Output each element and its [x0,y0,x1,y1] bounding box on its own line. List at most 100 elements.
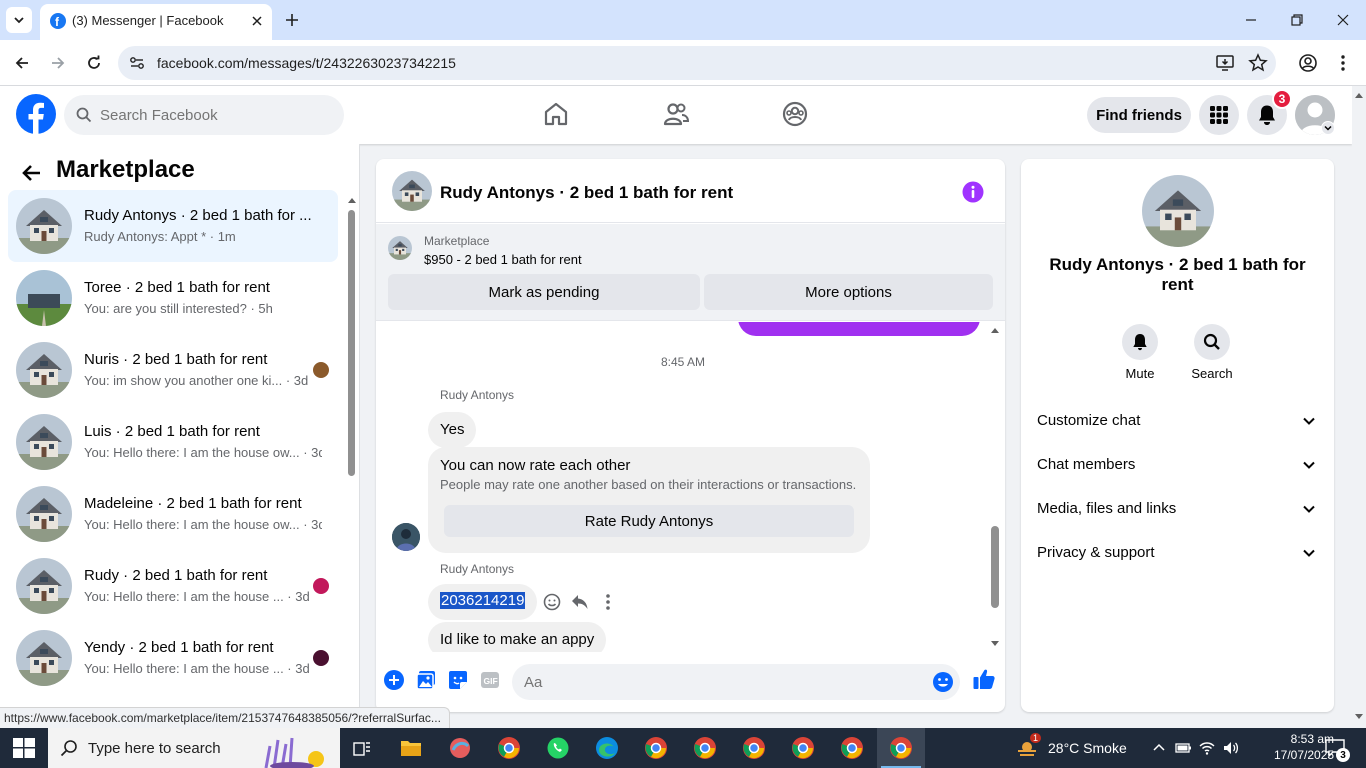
find-friends-button[interactable]: Find friends [1087,97,1191,133]
chrome-profile-icon[interactable] [840,736,864,760]
battery-icon[interactable] [1174,739,1192,757]
search-in-conversation-action[interactable]: Search [1177,324,1247,381]
privacy-support-section[interactable]: Privacy & support [1029,533,1326,573]
facebook-logo-icon[interactable] [16,94,56,134]
home-icon[interactable] [542,100,570,128]
bookmark-star-icon[interactable] [1248,53,1268,73]
account-chevron-icon[interactable] [1321,121,1335,135]
chrome-profile-icon[interactable] [742,736,766,760]
emoji-picker-icon[interactable] [932,671,954,693]
back-arrow-icon[interactable] [20,161,44,185]
listing-title[interactable]: $950 - 2 bed 1 bath for rent [424,252,582,267]
facebook-search-box[interactable] [64,95,344,135]
received-message-bubble[interactable]: Yes [428,412,477,448]
tab-title: (3) Messenger | Facebook [72,13,224,28]
groups-icon[interactable] [781,100,809,128]
listing-thumbnail [16,486,72,542]
message-input[interactable] [524,672,914,692]
conversation-list: Rudy Antonys · 2 bed 1 bath for ... Rudy … [8,190,338,694]
conversation-item[interactable]: Nuris · 2 bed 1 bath for rent You: im sho… [8,334,338,406]
whatsapp-icon[interactable] [546,736,570,760]
conversation-name: Yendy · 2 bed 1 bath for rent [84,639,274,656]
page-scrollbar[interactable] [1352,86,1366,728]
gif-icon[interactable]: GIF [479,669,501,691]
sticker-icon[interactable] [447,669,469,691]
restore-window-icon[interactable] [1285,8,1309,32]
new-tab-plus-icon[interactable] [282,10,302,30]
install-app-icon[interactable] [1215,53,1235,73]
chrome-profile-icon[interactable] [644,736,668,760]
mark-as-pending-button[interactable]: Mark as pending [388,274,700,310]
browser-menu-icon[interactable] [1331,51,1355,75]
rate-user-button[interactable]: Rate Rudy Antonys [444,505,854,537]
site-info-icon[interactable] [128,54,146,72]
conversation-item[interactable]: Madeleine · 2 bed 1 bath for rent You: He… [8,478,338,550]
chrome-active-window-icon[interactable] [889,736,913,760]
thumbs-up-like-icon[interactable] [972,667,996,691]
attach-photo-icon[interactable] [415,669,437,691]
browser-tab-strip: f (3) Messenger | Facebook [0,0,1366,40]
customize-chat-section[interactable]: Customize chat [1029,401,1326,441]
friends-icon[interactable] [662,100,690,128]
forward-arrow-icon[interactable] [46,51,70,75]
chat-avatar[interactable] [392,171,432,211]
received-message-bubble[interactable]: Id like to make an appy [428,622,607,652]
chat-window: Rudy Antonys · 2 bed 1 bath for rent Mar… [376,159,1005,712]
chat-members-section[interactable]: Chat members [1029,445,1326,485]
more-actions-icon[interactable] [598,592,618,612]
address-bar[interactable]: facebook.com/messages/t/2432263023734221… [118,46,1276,80]
conversation-info-icon[interactable] [962,181,984,203]
edge-browser-icon[interactable] [595,736,619,760]
tab-search-dropdown-icon[interactable] [6,7,32,33]
chrome-profile-icon[interactable] [497,736,521,760]
back-arrow-icon[interactable] [10,51,34,75]
conversation-item[interactable]: Rudy Antonys · 2 bed 1 bath for ... Rudy … [8,190,338,262]
chat-header: Rudy Antonys · 2 bed 1 bath for rent [376,159,1005,223]
reply-icon[interactable] [570,592,590,612]
conversation-name: Luis · 2 bed 1 bath for rent [84,423,260,440]
conversation-avatar[interactable] [1142,175,1214,247]
conversation-item[interactable]: Rudy · 2 bed 1 bath for rent You: Hello t… [8,550,338,622]
windows-start-icon[interactable] [13,738,35,758]
scroll-up-arrow-icon[interactable] [347,196,357,204]
svg-text:f: f [55,15,60,29]
mute-action[interactable]: Mute [1105,324,1175,381]
minimize-window-icon[interactable] [1239,8,1263,32]
tab-close-icon[interactable] [248,12,266,30]
listing-thumbnail[interactable] [388,236,412,260]
chrome-profile-icon[interactable] [791,736,815,760]
conversation-item[interactable]: Yendy · 2 bed 1 bath for rent You: Hello … [8,622,338,694]
bell-icon [1122,324,1158,360]
show-hidden-icons-chevron-icon[interactable] [1150,739,1168,757]
profile-account-icon[interactable] [1296,51,1320,75]
received-message-bubble[interactable]: 2036214219 [428,584,538,620]
sender-avatar[interactable] [392,523,420,551]
menu-grid-icon[interactable] [1199,95,1239,135]
conversation-snippet: You: im show you another one ki... · 3d [84,373,309,388]
chat-title[interactable]: Rudy Antonys · 2 bed 1 bath for rent [440,183,733,203]
more-actions-plus-icon[interactable] [383,669,405,691]
chrome-profile-icon[interactable] [693,736,717,760]
weather-text[interactable]: 28°C Smoke [1048,740,1127,756]
message-text-selected: 2036214219 [440,592,526,609]
conversation-item[interactable]: Luis · 2 bed 1 bath for rent You: Hello t… [8,406,338,478]
search-facebook-input[interactable] [100,104,330,126]
sent-message-bubble[interactable] [738,322,980,336]
media-files-links-section[interactable]: Media, files and links [1029,489,1326,529]
react-emoji-icon[interactable] [542,592,562,612]
file-explorer-icon[interactable] [399,736,423,760]
url-text: facebook.com/messages/t/2432263023734221… [157,55,456,71]
reload-icon[interactable] [82,51,106,75]
more-options-button[interactable]: More options [704,274,993,310]
pinned-app-icon[interactable] [448,736,472,760]
volume-icon[interactable] [1222,739,1240,757]
scrollbar-thumb[interactable] [348,210,355,476]
conversation-item[interactable]: Toree · 2 bed 1 bath for rent You: are yo… [8,262,338,334]
section-label: Customize chat [1037,412,1141,429]
browser-tab-messenger[interactable]: f (3) Messenger | Facebook [40,4,272,40]
chat-scrollbar-thumb[interactable] [991,526,999,608]
conversation-snippet: You: Hello there: I am the house ow... ·… [84,517,322,532]
wifi-icon[interactable] [1198,739,1216,757]
close-window-icon[interactable] [1331,8,1355,32]
task-view-icon[interactable] [350,736,374,760]
